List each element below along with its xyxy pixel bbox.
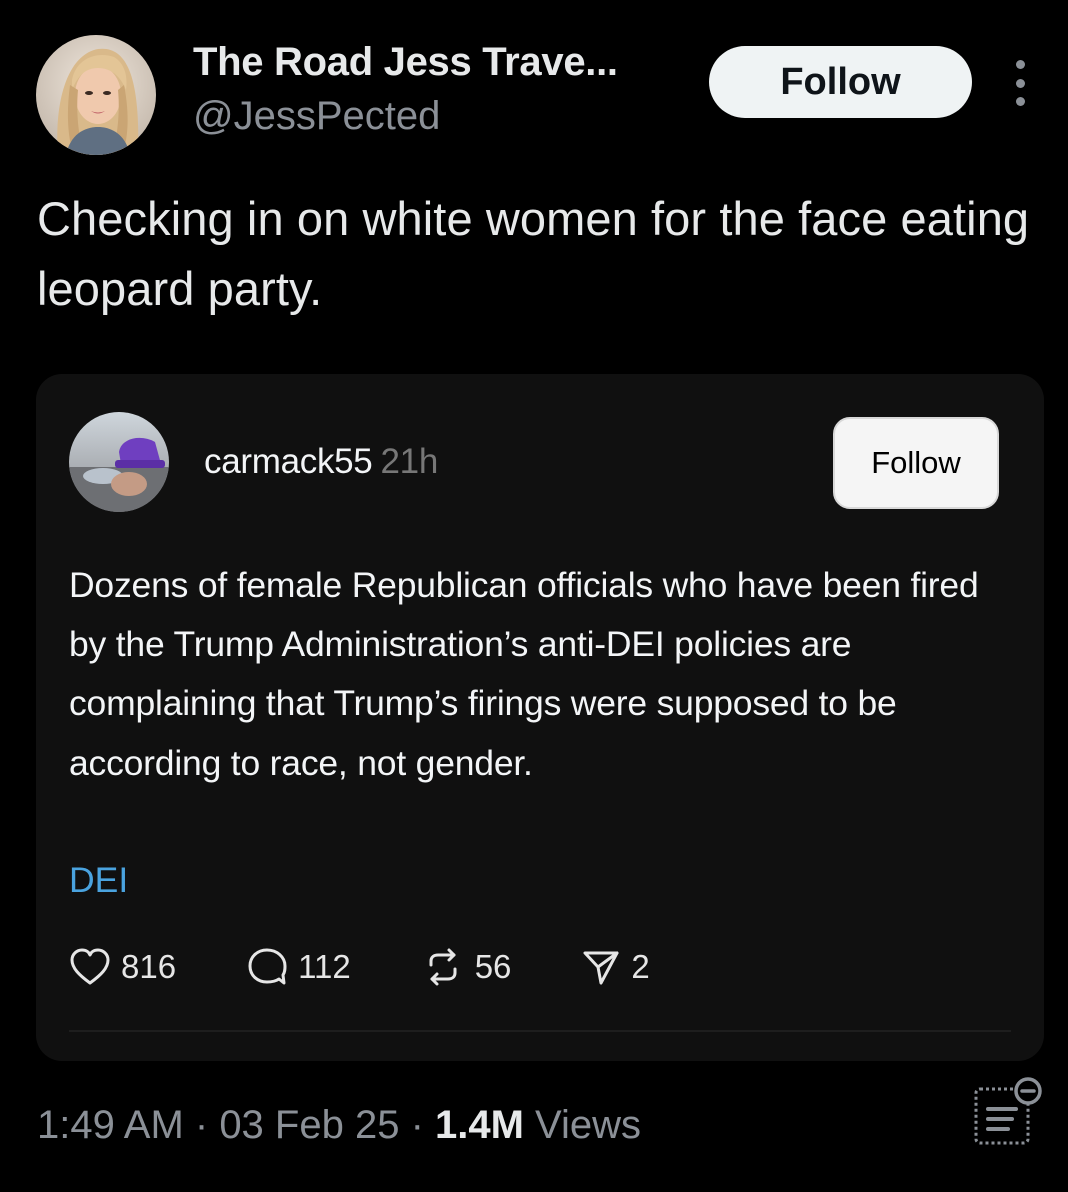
- views-label: Views: [523, 1103, 642, 1147]
- author-display-name[interactable]: The Road Jess Trave...: [193, 40, 618, 85]
- embed-reply-action: 112: [246, 946, 351, 988]
- more-dot: [1015, 78, 1025, 88]
- analytics-icon-graphic: [974, 1077, 1042, 1145]
- more-dot: [1015, 60, 1025, 69]
- embed-share-action: 2: [581, 947, 650, 987]
- send-icon: [583, 951, 619, 985]
- follow-button[interactable]: Follow: [709, 46, 972, 118]
- embed-divider: [69, 1030, 1011, 1032]
- meta-separator: ·: [183, 1103, 220, 1147]
- repost-icon: [429, 948, 457, 986]
- more-dot: [1015, 97, 1025, 106]
- embed-timestamp: 21h: [380, 442, 438, 481]
- embed-avatar-image: [69, 412, 169, 512]
- post-meta: 1:49 AM · 03 Feb 25 · 1.4M Views: [37, 1103, 641, 1148]
- author-avatar[interactable]: [36, 35, 156, 155]
- embed-topic-tag: DEI: [69, 860, 129, 900]
- post-time[interactable]: 1:49 AM: [37, 1103, 184, 1147]
- embed-reply-count: 112: [298, 948, 351, 985]
- post-text: Checking in on white women for the face …: [37, 192, 1030, 315]
- heart-icon: [70, 948, 110, 985]
- reply-bubble-icon: [248, 948, 287, 985]
- embed-share-count: 2: [631, 948, 650, 985]
- author-handle[interactable]: @JessPected: [193, 94, 440, 139]
- embed-user-line: carmack55 21h: [204, 442, 438, 482]
- embed-repost-count: 56: [474, 948, 512, 985]
- embedded-screenshot[interactable]: carmack55 21h Follow Dozens of female Rep…: [36, 374, 1044, 1061]
- embed-avatar: [69, 412, 169, 512]
- author-avatar-image: [36, 35, 156, 155]
- post-analytics-icon[interactable]: [972, 1075, 1044, 1147]
- embed-post-text: Dozens of female Republican officials wh…: [69, 565, 979, 783]
- embed-username[interactable]: carmack55: [204, 442, 373, 481]
- embed-follow-button: Follow: [833, 417, 999, 509]
- post-date[interactable]: 03 Feb 25: [219, 1103, 399, 1147]
- embed-like-count: 816: [121, 948, 177, 985]
- embed-action-bar: 816 112 56 2: [69, 939, 650, 995]
- embed-repost-action: 56: [421, 947, 512, 987]
- more-options-icon[interactable]: [1004, 60, 1036, 106]
- views-count: 1.4M: [435, 1103, 524, 1147]
- embed-like-action: 816: [69, 947, 176, 987]
- meta-separator: ·: [399, 1103, 435, 1147]
